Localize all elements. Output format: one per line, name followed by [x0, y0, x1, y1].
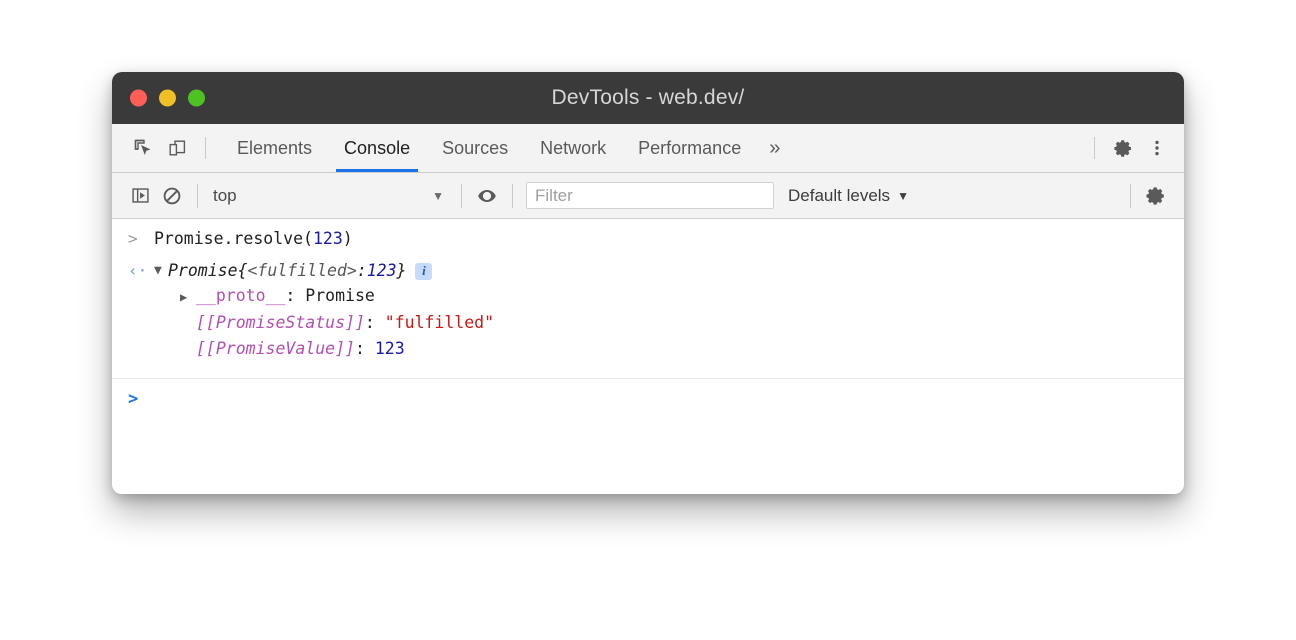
inspect-element-icon[interactable] [126, 131, 160, 165]
property-key: [[PromiseValue]] [196, 339, 355, 358]
expression-before: Promise.resolve( [154, 229, 313, 248]
result-constructor: Promise [168, 259, 238, 283]
console-toolbar-divider-4 [1130, 184, 1131, 208]
window-title: DevTools - web.dev/ [112, 86, 1184, 110]
property-row-proto[interactable]: ▶__proto__: Promise [154, 283, 494, 310]
promise-object-header[interactable]: ▼Promise {<fulfilled>: 123} i [154, 259, 494, 283]
property-key: __proto__ [196, 286, 285, 305]
eye-icon[interactable] [471, 180, 503, 212]
panel-tabs: Elements Console Sources Network Perform… [221, 124, 792, 172]
tab-console[interactable]: Console [328, 124, 426, 172]
console-result-value: ▼Promise {<fulfilled>: 123}i ▶__proto__:… [154, 259, 494, 362]
console-prompt[interactable]: > [112, 379, 1184, 409]
console-output[interactable]: > Promise.resolve(123) ‹· ▼Promise {<ful… [112, 219, 1184, 494]
property-row-promise-status: [[PromiseStatus]]: "fulfilled" [154, 310, 494, 336]
console-sidebar-icon[interactable] [124, 180, 156, 212]
filter-input[interactable]: Filter [526, 182, 774, 209]
property-separator: : [285, 286, 305, 305]
tab-performance[interactable]: Performance [622, 124, 757, 172]
console-toolbar-divider-2 [461, 184, 462, 208]
minimize-window-button[interactable] [159, 90, 176, 107]
tabbar-actions-divider [1094, 137, 1095, 159]
more-tabs-button[interactable]: » [757, 124, 792, 172]
property-key: [[PromiseStatus]] [196, 313, 365, 332]
expression-number: 123 [313, 229, 343, 248]
gear-icon[interactable] [1106, 131, 1140, 165]
result-value: 123 [367, 259, 397, 283]
prompt-caret-icon: > [128, 389, 154, 409]
property-value: "fulfilled" [385, 313, 494, 332]
zoom-window-button[interactable] [188, 90, 205, 107]
console-toolbar-divider-1 [197, 184, 198, 208]
kebab-menu-icon[interactable] [1140, 131, 1174, 165]
tab-elements[interactable]: Elements [221, 124, 328, 172]
output-arrow-icon: ‹· [128, 259, 154, 283]
property-separator: : [355, 339, 375, 358]
tabbar-actions [1083, 131, 1184, 165]
devtools-tabbar: Elements Console Sources Network Perform… [112, 124, 1184, 173]
console-input-message: > Promise.resolve(123) [112, 219, 1184, 255]
log-level-select[interactable]: Default levels ▼ [788, 186, 909, 206]
chevron-down-icon: ▼ [897, 189, 909, 203]
screenshot-root: DevTools - web.dev/ Elements Conso [0, 0, 1296, 640]
console-input-expression: Promise.resolve(123) [154, 227, 353, 251]
execution-context-select[interactable]: top ▼ [207, 186, 452, 206]
tabbar-divider [205, 137, 206, 159]
result-brace-close: } [397, 259, 407, 283]
console-toolbar: top ▼ Filter Default levels ▼ [112, 173, 1184, 219]
result-brace-open: { [238, 259, 248, 283]
devtools-window: DevTools - web.dev/ Elements Conso [112, 72, 1184, 494]
log-level-label: Default levels [788, 186, 890, 206]
property-row-promise-value: [[PromiseValue]]: 123 [154, 336, 494, 362]
console-toolbar-actions [1121, 180, 1184, 212]
console-result-message: ‹· ▼Promise {<fulfilled>: 123}i ▶__proto… [112, 255, 1184, 366]
chevron-down-icon: ▼ [432, 189, 452, 203]
property-value: Promise [305, 286, 375, 305]
result-colon: : [357, 259, 367, 283]
gear-icon[interactable] [1140, 180, 1172, 212]
traffic-lights [130, 90, 205, 107]
expression-after: ) [343, 229, 353, 248]
input-arrow-icon: > [128, 227, 154, 251]
device-toolbar-icon[interactable] [160, 131, 194, 165]
tab-network[interactable]: Network [524, 124, 622, 172]
disclosure-triangle-icon[interactable]: ▶ [180, 285, 196, 309]
clear-console-icon[interactable] [156, 180, 188, 212]
window-titlebar: DevTools - web.dev/ [112, 72, 1184, 124]
close-window-button[interactable] [130, 90, 147, 107]
tab-sources[interactable]: Sources [426, 124, 524, 172]
result-slot: <fulfilled> [247, 259, 356, 283]
disclosure-triangle-icon[interactable]: ▼ [154, 259, 168, 283]
property-value: 123 [375, 339, 405, 358]
info-badge[interactable]: i [415, 263, 432, 280]
property-separator: : [365, 313, 385, 332]
console-toolbar-divider-3 [512, 184, 513, 208]
execution-context-value: top [213, 186, 237, 206]
